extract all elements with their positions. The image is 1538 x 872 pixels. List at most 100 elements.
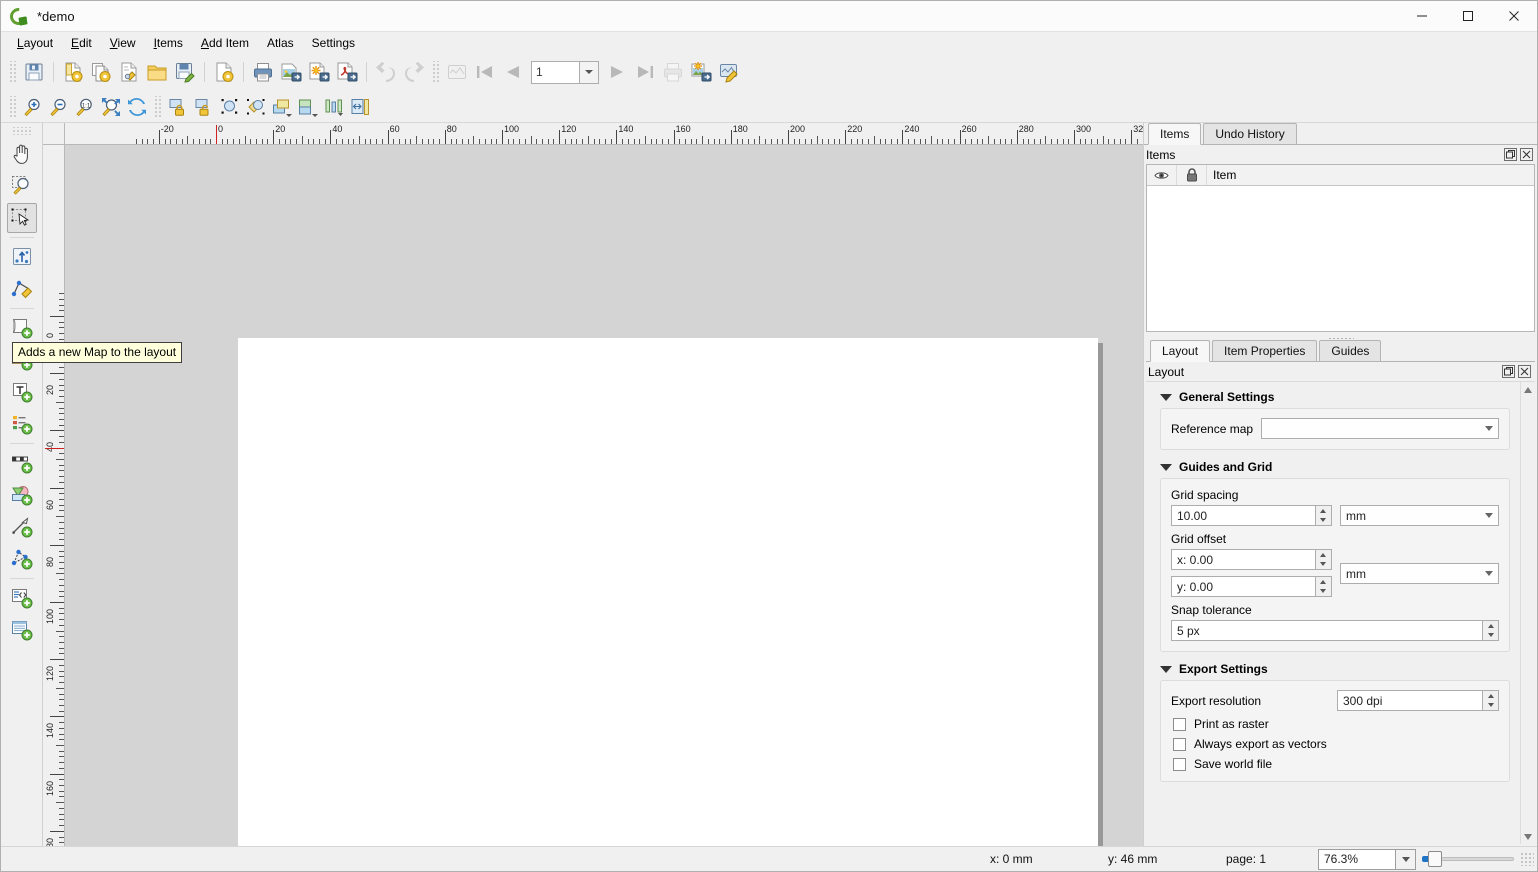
atlas-page-spinner[interactable] xyxy=(531,60,599,84)
toolbar-grip[interactable] xyxy=(8,61,17,83)
snap-tolerance-value[interactable]: 5 px xyxy=(1171,620,1482,641)
guides-and-grid-header[interactable]: Guides and Grid xyxy=(1160,460,1510,474)
scroll-up-button[interactable] xyxy=(1521,382,1535,397)
horizontal-ruler[interactable]: -20 0 20 40 60 80 100 120 140 160 180 200 220 240 260 2… xyxy=(65,123,1143,145)
add-html-tool[interactable] xyxy=(7,583,37,613)
layout-manager-icon[interactable] xyxy=(115,58,143,86)
export-image-icon[interactable] xyxy=(277,58,305,86)
zoom-in-icon[interactable] xyxy=(20,94,46,120)
add-items-from-template-icon[interactable] xyxy=(210,58,238,86)
redo-icon[interactable] xyxy=(400,58,428,86)
zoom-100-icon[interactable]: 1:1 xyxy=(72,94,98,120)
edit-nodes-tool[interactable] xyxy=(7,274,37,304)
add-scalebar-tool[interactable] xyxy=(7,448,37,478)
items-table[interactable]: Item xyxy=(1146,164,1535,332)
export-pdf-icon[interactable] xyxy=(333,58,361,86)
menu-atlas[interactable]: Atlas xyxy=(258,34,303,52)
reference-map-combo[interactable] xyxy=(1261,418,1499,439)
grid-offset-x-down-button[interactable] xyxy=(1316,560,1331,570)
layout-close-dock-icon[interactable] xyxy=(1518,365,1531,378)
add-node-item-tool[interactable] xyxy=(7,544,37,574)
grid-offset-y-spinner[interactable]: y: 0.00 xyxy=(1171,576,1332,597)
grid-offset-y-down-button[interactable] xyxy=(1316,587,1331,597)
menu-view[interactable]: View xyxy=(101,34,145,52)
float-dock-icon[interactable] xyxy=(1504,148,1517,161)
grid-spacing-value[interactable]: 10.00 xyxy=(1171,505,1315,526)
menu-layout[interactable]: Layout xyxy=(8,34,62,52)
tab-item-properties[interactable]: Item Properties xyxy=(1212,340,1318,361)
tab-undo-history[interactable]: Undo History xyxy=(1203,123,1297,144)
undo-icon[interactable] xyxy=(372,58,400,86)
atlas-settings-icon[interactable] xyxy=(715,58,743,86)
export-resolution-spinner[interactable]: 300 dpi xyxy=(1337,690,1499,711)
properties-scrollbar[interactable] xyxy=(1520,382,1535,844)
atlas-next-feature-icon[interactable] xyxy=(603,58,631,86)
tab-layout[interactable]: Layout xyxy=(1150,340,1211,362)
atlas-first-feature-icon[interactable] xyxy=(471,58,499,86)
atlas-last-feature-icon[interactable] xyxy=(631,58,659,86)
add-legend-tool[interactable] xyxy=(7,409,37,439)
snap-tolerance-down-button[interactable] xyxy=(1483,631,1498,641)
toolbox-grip[interactable] xyxy=(10,127,33,135)
maximize-button[interactable] xyxy=(1445,1,1491,32)
tab-guides[interactable]: Guides xyxy=(1319,340,1382,361)
menu-add-item[interactable]: Add Item xyxy=(192,34,258,52)
items-toolbar-grip[interactable] xyxy=(153,95,162,118)
save-project-icon[interactable] xyxy=(20,58,48,86)
add-arrow-tool[interactable] xyxy=(7,512,37,542)
add-map-tool[interactable] xyxy=(7,313,37,343)
lower-items-icon[interactable] xyxy=(295,94,321,120)
export-resolution-up-button[interactable] xyxy=(1483,691,1498,701)
grid-spacing-spinner[interactable]: 10.00 xyxy=(1171,505,1332,526)
print-as-raster-row[interactable]: Print as raster xyxy=(1173,717,1499,731)
move-content-tool[interactable] xyxy=(7,242,37,272)
grid-spacing-unit-combo[interactable]: mm xyxy=(1339,505,1499,526)
export-settings-header[interactable]: Export Settings xyxy=(1160,662,1510,676)
close-dock-icon[interactable] xyxy=(1520,148,1533,161)
save-world-file-row[interactable]: Save world file xyxy=(1173,757,1499,771)
zoom-slider-handle[interactable] xyxy=(1428,851,1442,867)
eye-icon[interactable] xyxy=(1147,165,1177,185)
export-resolution-value[interactable]: 300 dpi xyxy=(1337,690,1482,711)
add-label-tool[interactable] xyxy=(7,377,37,407)
grid-offset-y-value[interactable]: y: 0.00 xyxy=(1171,576,1315,597)
grid-spacing-up-button[interactable] xyxy=(1316,506,1331,516)
atlas-export-image-icon[interactable] xyxy=(687,58,715,86)
scroll-down-button[interactable] xyxy=(1521,829,1535,844)
scrollbar-track[interactable] xyxy=(1521,397,1535,829)
grid-spacing-down-button[interactable] xyxy=(1316,516,1331,526)
zoom-slider[interactable] xyxy=(1422,851,1514,867)
atlas-preview-icon[interactable] xyxy=(443,58,471,86)
atlas-print-icon[interactable] xyxy=(659,58,687,86)
layout-float-dock-icon[interactable] xyxy=(1502,365,1515,378)
save-layout-template-icon[interactable] xyxy=(171,58,199,86)
add-shape-tool[interactable] xyxy=(7,480,37,510)
zoom-out-icon[interactable] xyxy=(46,94,72,120)
unlock-all-items-icon[interactable] xyxy=(191,94,217,120)
atlas-prev-feature-icon[interactable] xyxy=(499,58,527,86)
print-layout-icon[interactable] xyxy=(249,58,277,86)
ungroup-items-icon[interactable] xyxy=(243,94,269,120)
save-world-file-checkbox[interactable] xyxy=(1173,757,1186,771)
page-sheet[interactable] xyxy=(238,338,1098,846)
general-settings-header[interactable]: General Settings xyxy=(1160,390,1510,404)
select-item-tool[interactable] xyxy=(6,203,37,233)
zoom-level-dropdown-arrow[interactable] xyxy=(1396,848,1416,870)
vertical-ruler[interactable]: 0 20 40 60 80 100 120 140 160 180 xyxy=(43,145,65,846)
layout-canvas[interactable] xyxy=(65,145,1143,846)
snap-tolerance-spinner[interactable]: 5 px xyxy=(1171,620,1499,641)
menu-items[interactable]: Items xyxy=(145,34,192,52)
nav-toolbar-grip[interactable] xyxy=(8,95,17,118)
grid-offset-unit-combo[interactable]: mm xyxy=(1339,563,1499,584)
item-column-header[interactable]: Item xyxy=(1207,165,1534,185)
menu-settings[interactable]: Settings xyxy=(303,34,364,52)
always-export-as-vectors-row[interactable]: Always export as vectors xyxy=(1173,737,1499,751)
duplicate-layout-icon[interactable] xyxy=(87,58,115,86)
add-table-tool[interactable] xyxy=(7,615,37,645)
zoom-tool[interactable] xyxy=(7,171,37,201)
atlas-page-input[interactable] xyxy=(531,60,579,84)
tab-items[interactable]: Items xyxy=(1148,123,1202,145)
grid-offset-y-up-button[interactable] xyxy=(1316,577,1331,587)
items-list[interactable] xyxy=(1147,186,1534,331)
distribute-items-icon[interactable] xyxy=(347,94,373,120)
